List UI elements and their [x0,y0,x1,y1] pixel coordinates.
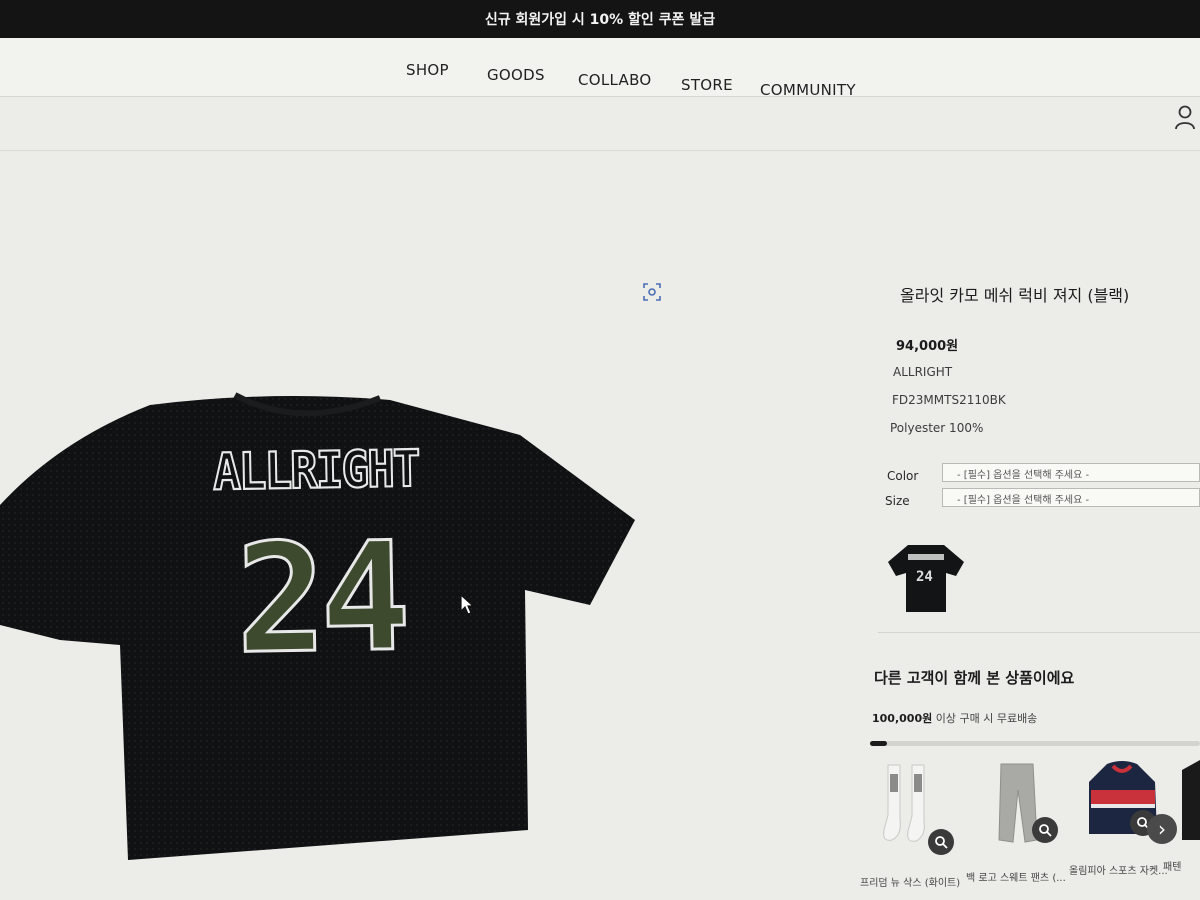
related-item-name[interactable]: 프리덤 뉴 삭스 (화이트) [860,874,960,889]
promo-banner-text: 신규 회원가입 시 10% 할인 쿠폰 발급 [484,12,716,28]
carousel-next-button[interactable]: › [1147,814,1177,844]
product-material: Polyester 100% [890,421,984,435]
nav-item-collabo[interactable]: COLLABO [578,71,652,89]
product-code: FD23MMTS2110BK [892,393,1006,407]
search-icon[interactable] [928,829,954,855]
product-price: 94,000원 [896,339,959,354]
shipping-progress-fill [870,741,887,746]
nav-item-community[interactable]: COMMUNITY [760,81,856,99]
nav-item-store[interactable]: STORE [681,76,733,94]
size-select[interactable]: - [필수] 옵션을 선택해 주세요 - [942,488,1200,507]
nav-item-shop[interactable]: SHOP [406,61,449,79]
related-section-title: 다른 고객이 함께 본 상품이에요 [874,669,1075,687]
promo-banner[interactable]: 신규 회원가입 시 10% 할인 쿠폰 발급 [0,0,1200,38]
user-icon[interactable] [1174,104,1196,130]
chevron-right-icon: › [1158,817,1166,841]
product-title: 올라잇 카모 메쉬 럭비 져지 (블랙) [900,286,1130,305]
related-item-name[interactable]: 백 로고 스웨트 팬츠 (... [966,869,1066,884]
shipping-progress-bar [870,741,1200,746]
color-select[interactable]: - [필수] 옵션을 선택해 주세요 - [942,463,1200,482]
related-item-image[interactable] [1180,760,1200,840]
related-item-name[interactable]: 올림피아 스포츠 자켓... [1069,862,1168,877]
related-item-name[interactable]: 패텐 [1163,858,1181,873]
search-icon[interactable] [1032,817,1058,843]
svg-text:24: 24 [916,569,933,585]
header-divider [0,150,1200,151]
nav-item-goods[interactable]: GOODS [487,66,545,84]
product-brand: ALLRIGHT [893,365,953,379]
shirt-print-text: ALLRIGHT [211,437,420,502]
zoom-icon[interactable] [643,283,661,301]
size-option-label: Size [885,494,910,508]
section-divider [878,632,1200,633]
color-option-label: Color [887,469,919,483]
mouse-cursor-icon [460,594,474,615]
free-shipping-info: 100,000원 이상 구매 시 무료배송 [872,710,1037,726]
free-shipping-amount: 100,000원 [872,712,933,725]
main-nav: SHOP GOODS COLLABO STORE COMMUNITY [0,38,1200,99]
shirt-print-number: 24 [233,509,408,689]
free-shipping-text: 이상 구매 시 무료배송 [935,712,1038,725]
product-thumbnail[interactable]: 24 [886,540,966,616]
